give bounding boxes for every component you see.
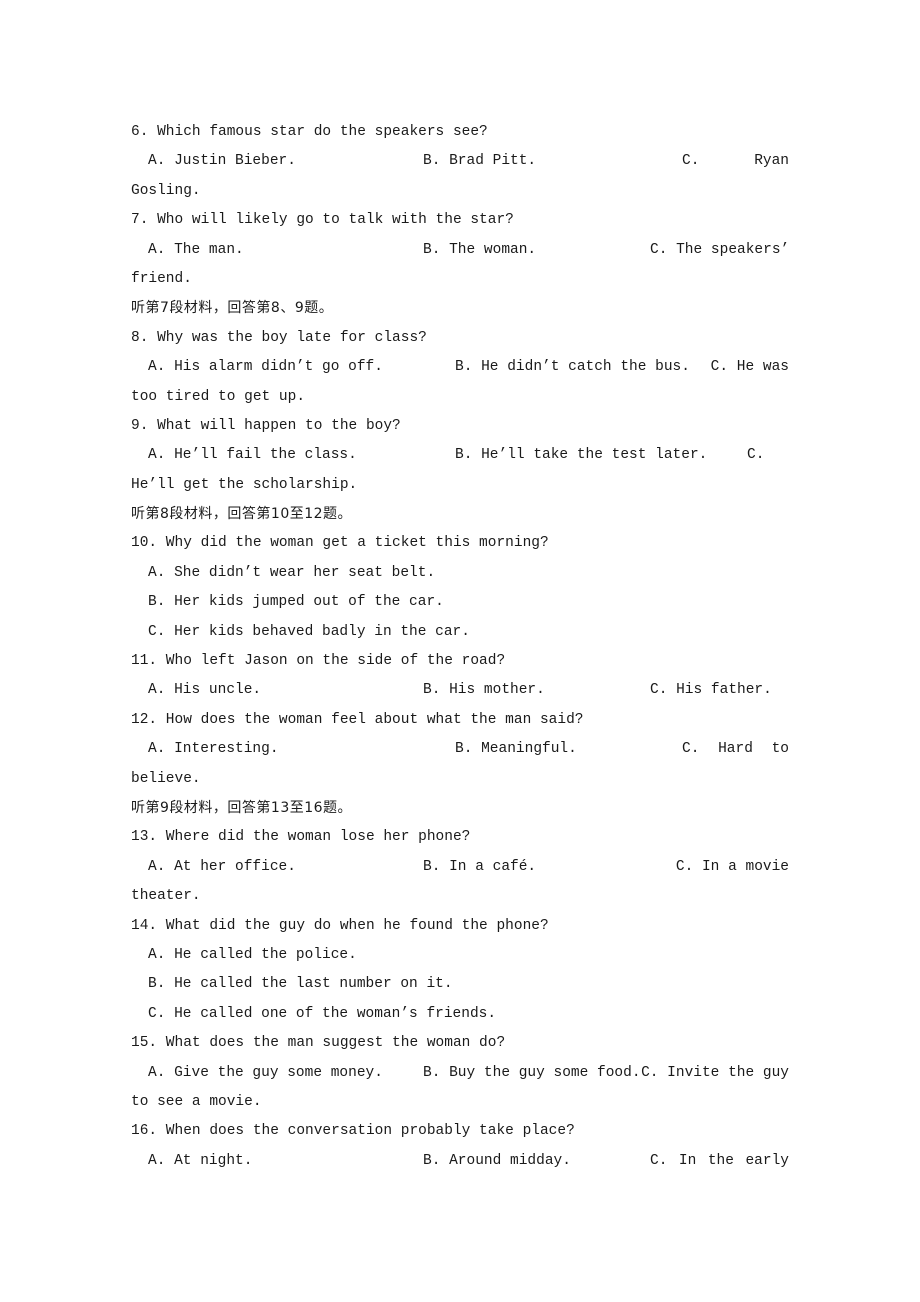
option-a: A. He called the police. <box>148 946 357 963</box>
option-c-word: to <box>771 741 789 758</box>
option-c-label: C. <box>650 1152 668 1169</box>
question-8-stem: 8. Why was the boy late for class? <box>131 329 427 346</box>
option-c-continuation: theater. <box>131 888 201 905</box>
option-c-continuation: Gosling. <box>131 182 201 199</box>
question-15-stem: 15. What does the man suggest the woman … <box>131 1035 506 1052</box>
option-c-word: In <box>678 1152 697 1169</box>
question-10-stem: 10. Why did the woman get a ticket this … <box>131 535 549 552</box>
option-b: B. The woman. <box>423 241 537 258</box>
option-c: C. In the early <box>650 1147 789 1176</box>
question-14-stem: 14. What did the guy do when he found th… <box>131 917 549 934</box>
option-c-continuation: to see a movie. <box>131 1093 262 1110</box>
question-12-stem: 12. How does the woman feel about what t… <box>131 711 584 728</box>
section-heading-9: 听第9段材料，回答第13至16题。 <box>131 799 353 816</box>
option-a: A. At her office. <box>148 858 296 875</box>
option-a: A. Interesting. <box>148 741 279 758</box>
option-a: A. His alarm didn’t go off. <box>148 359 383 376</box>
option-b: B. In a café. <box>423 858 537 875</box>
section-heading-8: 听第8段材料，回答第10至12题。 <box>131 506 353 523</box>
question-11-stem: 11. Who left Jason on the side of the ro… <box>131 653 506 670</box>
option-c-label: C. <box>747 447 765 464</box>
option-c-continuation: too tired to get up. <box>131 388 306 405</box>
exam-page: 6. Which famous star do the speakers see… <box>131 118 789 1176</box>
option-c-continuation: He’ll get the scholarship. <box>131 476 358 493</box>
question-7-stem: 7. Who will likely go to talk with the s… <box>131 212 514 229</box>
option-c: C. He was <box>710 359 789 376</box>
option-c: C. The speakers’ <box>650 241 790 258</box>
option-a: A. His uncle. <box>148 682 262 699</box>
question-15-options: A. Give the guy some money. B. Buy the g… <box>131 1059 789 1088</box>
question-9-options: A. He’ll fail the class. B. He’ll take t… <box>131 441 789 470</box>
option-b: B. Buy the guy some food. <box>423 1064 641 1081</box>
option-b: B. He called the last number on it. <box>148 976 453 993</box>
option-c-label: C. <box>682 153 700 170</box>
option-a: A. Justin Bieber. <box>148 153 296 170</box>
option-a: A. She didn’t wear her seat belt. <box>148 564 436 581</box>
question-7-options: A. The man. B. The woman. C. The speaker… <box>131 236 789 265</box>
option-b: B. He didn’t catch the bus. <box>455 359 690 376</box>
option-c-word: early <box>745 1152 789 1169</box>
option-c: C. Her kids behaved badly in the car. <box>148 623 470 640</box>
option-c-text: Ryan <box>754 153 789 170</box>
option-b: B. He’ll take the test later. <box>455 447 708 464</box>
option-b: B. Brad Pitt. <box>423 153 537 170</box>
question-13-options: A. At her office. B. In a café. C. In a … <box>131 853 789 882</box>
question-13-stem: 13. Where did the woman lose her phone? <box>131 829 471 846</box>
option-c: C. In a movie <box>675 858 789 875</box>
question-11-options: A. His uncle. B. His mother. C. His fath… <box>131 676 789 705</box>
option-c-word: the <box>707 1152 734 1169</box>
option-c: C. He called one of the woman’s friends. <box>148 1005 497 1022</box>
question-6-stem: 6. Which famous star do the speakers see… <box>131 124 488 140</box>
question-9-stem: 9. What will happen to the boy? <box>131 417 401 434</box>
option-c-continuation: friend. <box>131 270 192 287</box>
question-16-stem: 16. When does the conversation probably … <box>131 1123 575 1140</box>
option-a: A. At night. <box>148 1152 253 1169</box>
question-6-options: A. Justin Bieber. B. Brad Pitt. C. Ryan <box>131 147 789 176</box>
option-b: B. Around midday. <box>423 1152 571 1169</box>
question-12-options: A. Interesting. B. Meaningful. C. Hard t… <box>131 735 789 764</box>
question-16-options: A. At night. B. Around midday. C. In the… <box>131 1147 789 1176</box>
option-c: C. His father. <box>650 682 772 699</box>
option-a: A. Give the guy some money. <box>148 1064 383 1081</box>
option-c-word: Hard <box>718 741 753 758</box>
section-heading-7: 听第7段材料，回答第8、9题。 <box>131 300 334 317</box>
question-8-options: A. His alarm didn’t go off. B. He didn’t… <box>131 353 789 382</box>
option-c-continuation: believe. <box>131 770 201 787</box>
option-a: A. The man. <box>148 241 244 258</box>
option-a: A. He’ll fail the class. <box>148 447 357 464</box>
option-c: C. Hard to <box>682 735 789 764</box>
option-b: B. Her kids jumped out of the car. <box>148 594 444 611</box>
option-c-label: C. <box>682 741 700 758</box>
option-c: C. Invite the guy <box>641 1064 789 1081</box>
option-b: B. Meaningful. <box>455 741 577 758</box>
option-b: B. His mother. <box>423 682 545 699</box>
